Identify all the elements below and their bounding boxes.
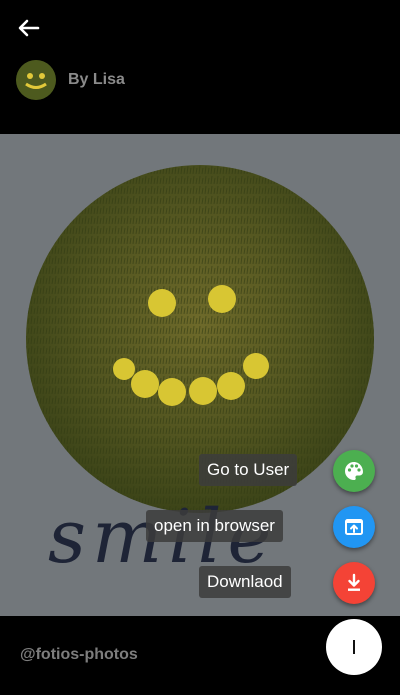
open-in-browser-button[interactable] [333, 506, 375, 548]
download-icon [348, 573, 360, 591]
photo-viewer[interactable]: smile [0, 134, 400, 616]
author-info[interactable]: By Lisa [16, 59, 125, 101]
speed-dial-toggle-button[interactable] [326, 619, 382, 675]
back-button[interactable] [12, 14, 44, 42]
open-in-browser-icon [345, 519, 363, 535]
go-to-user-button[interactable] [333, 450, 375, 492]
photographer-handle[interactable]: @fotios-photos [20, 646, 138, 664]
palette-icon [345, 462, 363, 480]
open-in-browser-label[interactable]: open in browser [146, 510, 283, 542]
download-label[interactable]: Downlaod [199, 566, 291, 598]
menu-icon [353, 640, 355, 654]
arrow-left-icon [18, 19, 40, 37]
avatar[interactable] [16, 60, 56, 100]
top-app-bar: By Lisa [0, 0, 400, 134]
author-name[interactable]: By Lisa [68, 71, 125, 89]
photo-image: smile [0, 134, 400, 616]
download-button[interactable] [333, 562, 375, 604]
go-to-user-label[interactable]: Go to User [199, 454, 298, 486]
